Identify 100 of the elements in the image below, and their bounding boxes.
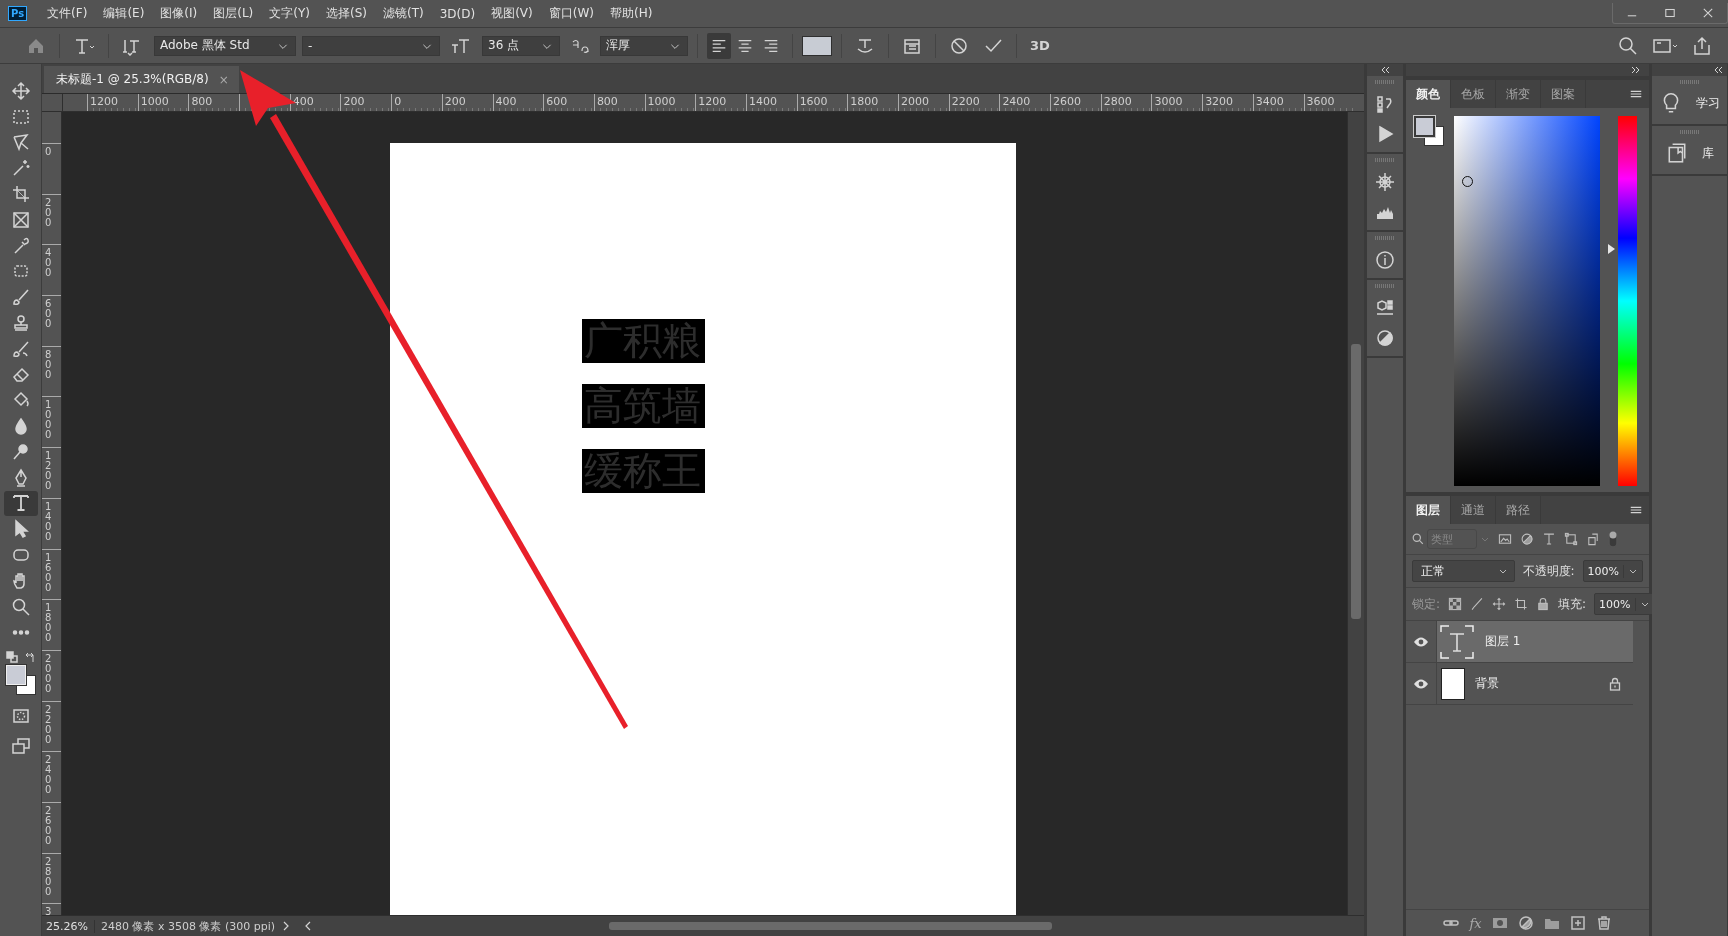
panel-button[interactable]: 库	[1661, 134, 1718, 174]
type-filter-icon[interactable]	[1542, 532, 1556, 546]
text-color-swatch[interactable]	[802, 35, 832, 56]
swap-colors-icon[interactable]	[23, 651, 36, 664]
color-field[interactable]	[1454, 116, 1600, 486]
font-size-dropdown[interactable]: 36 点	[482, 35, 560, 56]
filter-toggle-icon[interactable]	[1608, 530, 1618, 548]
ruler-label: 2400	[45, 755, 53, 796]
lock-all-icon[interactable]	[1536, 597, 1551, 611]
fx-button[interactable]: fx	[1469, 915, 1482, 931]
slider-thumb[interactable]	[1608, 244, 1615, 255]
lock-icon[interactable]	[1609, 676, 1621, 691]
menu-item[interactable]: 图像(I)	[152, 5, 206, 22]
ruler-label: 1800	[45, 603, 53, 644]
tab-close-button[interactable]: ×	[218, 72, 229, 87]
ruler-label: 1200	[87, 94, 138, 111]
panel-tab[interactable]: 通道	[1451, 496, 1496, 524]
panel-tab[interactable]: 路径	[1496, 496, 1541, 524]
layer-item[interactable]: 背景	[1437, 663, 1633, 704]
collapse-icon[interactable]	[1713, 66, 1723, 74]
panel-tab[interactable]: 颜色	[1406, 80, 1451, 108]
menu-item[interactable]: 编辑(E)	[95, 5, 153, 22]
panel-tab[interactable]: 图案	[1541, 80, 1586, 108]
menu-item[interactable]: 选择(S)	[318, 5, 375, 22]
ruler-label: 2600	[1050, 94, 1101, 111]
panel-button[interactable]: 学习	[1655, 84, 1724, 124]
app-logo[interactable]: Ps	[8, 6, 28, 21]
ruler-label: 2800	[45, 856, 53, 897]
panel-tab[interactable]: 色板	[1451, 80, 1496, 108]
ruler-label: 2200	[948, 94, 1000, 111]
ruler-label: 1200	[695, 94, 746, 111]
visibility-eye-icon[interactable]	[1413, 677, 1429, 690]
zoom-level[interactable]: 25.26%	[46, 919, 95, 933]
antialias-dropdown[interactable]: 浑厚	[600, 35, 688, 56]
ruler-label: 1400	[745, 94, 797, 111]
ruler-label: 3	[45, 907, 53, 915]
more-icon	[11, 629, 30, 635]
opacity-label: 不透明度:	[1522, 562, 1575, 580]
panel-tab[interactable]: 渐变	[1496, 80, 1541, 108]
menu-item[interactable]: 3D(D)	[431, 6, 484, 21]
collapse-icon[interactable]	[1380, 66, 1390, 74]
cancel-icon[interactable]	[949, 35, 969, 56]
menu-item[interactable]: 窗口(W)	[540, 5, 602, 22]
font-style-dropdown[interactable]: -	[302, 35, 440, 56]
lock-position-icon[interactable]	[1492, 597, 1507, 611]
fill-field[interactable]: 100%	[1594, 593, 1655, 615]
vertical-scrollbar[interactable]	[1347, 112, 1364, 915]
menu-item[interactable]: 文字(Y)	[261, 5, 318, 22]
adjustments-icon[interactable]	[1375, 328, 1395, 348]
ruler-label: 2200	[45, 704, 53, 745]
lock-artboard-icon[interactable]	[1514, 597, 1529, 611]
ruler-label: 400	[492, 94, 544, 111]
ruler-label: 1400	[45, 501, 53, 542]
document-tab[interactable]: 未标题-1 @ 25.3%(RGB/8) ×	[44, 66, 239, 93]
search-icon[interactable]	[1618, 35, 1638, 56]
ruler-label: 200	[340, 94, 392, 111]
layer-item[interactable]: 图层 1	[1437, 621, 1633, 662]
default-colors-icon[interactable]	[5, 651, 18, 664]
lock-transparency-icon[interactable]	[1448, 597, 1463, 611]
color-swatches[interactable]	[5, 665, 36, 696]
mask-icon[interactable]	[1491, 916, 1508, 930]
wheel-icon[interactable]	[1375, 172, 1395, 192]
lock-pixels-icon[interactable]	[1470, 597, 1485, 611]
screen-mode-icon[interactable]	[10, 736, 31, 757]
brush-icon	[10, 287, 31, 308]
new-adjustment-icon[interactable]	[1517, 916, 1534, 930]
threed-button[interactable]: 3D	[1026, 38, 1054, 53]
ruler-label: 2800	[1100, 94, 1152, 111]
shape-filter-icon[interactable]	[1564, 532, 1578, 546]
menu-item[interactable]: 图层(L)	[205, 5, 262, 22]
menu-item[interactable]: 帮助(H)	[602, 5, 661, 22]
visibility-eye-icon[interactable]	[1413, 635, 1429, 648]
ruler-label: 2000	[45, 653, 53, 694]
ruler-label: 800	[188, 94, 240, 111]
ruler-label: 3400	[1252, 94, 1304, 111]
expand-icon[interactable]	[1631, 66, 1641, 74]
font-family-dropdown[interactable]: Adobe 黑体 Std	[154, 35, 296, 56]
blend-mode-dropdown[interactable]: 正常	[1412, 560, 1515, 582]
share-icon[interactable]	[1692, 35, 1712, 56]
align-left-button[interactable]	[707, 32, 731, 59]
menu-item[interactable]: 文件(F)	[39, 5, 96, 22]
image-filter-icon[interactable]	[1498, 532, 1512, 546]
cube-properties-icon[interactable]	[1375, 298, 1395, 318]
trash-icon[interactable]	[1595, 916, 1612, 930]
lock-label: 锁定:	[1412, 595, 1441, 613]
opacity-field[interactable]: 100%	[1582, 560, 1643, 582]
color-swatches[interactable]	[1414, 116, 1444, 146]
new-layer-icon[interactable]	[1569, 916, 1586, 930]
adjustment-filter-icon[interactable]	[1520, 532, 1534, 546]
menu-item[interactable]: 视图(V)	[483, 5, 541, 22]
info-icon[interactable]	[1375, 250, 1395, 270]
ruler-label: 2600	[45, 805, 53, 846]
menu-item[interactable]: 滤镜(T)	[375, 5, 432, 22]
tool-button[interactable]	[3, 491, 38, 516]
smart-object-filter-icon[interactable]	[1586, 532, 1600, 546]
text-layer-thumbnail	[1439, 623, 1475, 660]
panel-tab[interactable]: 图层	[1406, 496, 1451, 524]
frame-icon	[10, 209, 31, 230]
folder-icon[interactable]	[1543, 916, 1560, 930]
ruler-label: 400	[45, 248, 53, 279]
